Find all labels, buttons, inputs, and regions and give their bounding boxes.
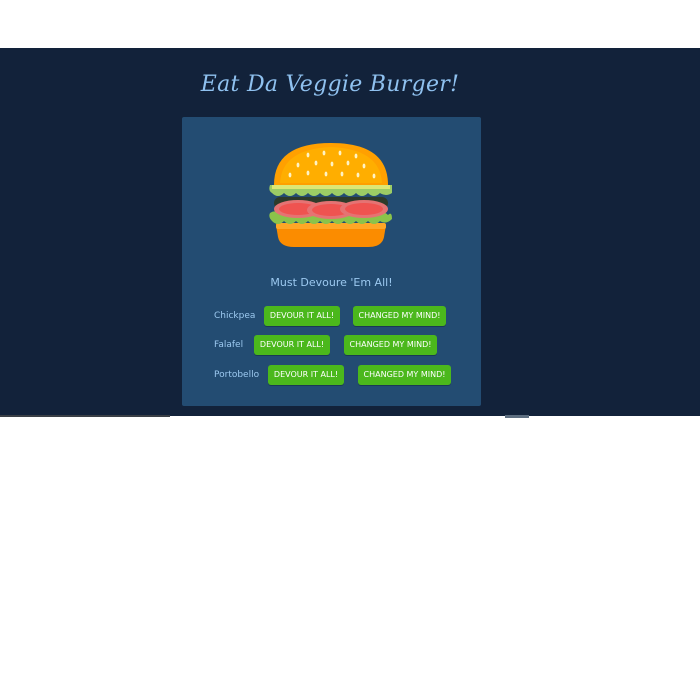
- burger-card: Must Devoure 'Em All! Chickpea DEVOUR IT…: [182, 117, 481, 406]
- burger-name: Chickpea: [214, 311, 256, 321]
- burger-row-portobello: Portobello DEVOUR IT ALL! CHANGED MY MIN…: [182, 365, 481, 385]
- changed-mind-button[interactable]: CHANGED MY MIND!: [358, 365, 451, 385]
- devour-button[interactable]: DEVOUR IT ALL!: [264, 306, 340, 326]
- burger-name: Portobello: [214, 370, 260, 380]
- burger-icon: [269, 143, 392, 247]
- devour-button[interactable]: DEVOUR IT ALL!: [254, 335, 330, 355]
- scroll-indicator: [505, 415, 529, 418]
- burger-row-falafel: Falafel DEVOUR IT ALL! CHANGED MY MIND!: [182, 335, 481, 355]
- burger-name: Falafel: [214, 340, 244, 350]
- devour-button[interactable]: DEVOUR IT ALL!: [268, 365, 344, 385]
- card-subtitle: Must Devoure 'Em All!: [270, 276, 393, 289]
- bottom-divider: [0, 415, 170, 417]
- page-title: Eat Da Veggie Burger!: [200, 72, 460, 97]
- changed-mind-button[interactable]: CHANGED MY MIND!: [353, 306, 446, 326]
- burger-row-chickpea: Chickpea DEVOUR IT ALL! CHANGED MY MIND!: [182, 306, 481, 326]
- changed-mind-button[interactable]: CHANGED MY MIND!: [344, 335, 437, 355]
